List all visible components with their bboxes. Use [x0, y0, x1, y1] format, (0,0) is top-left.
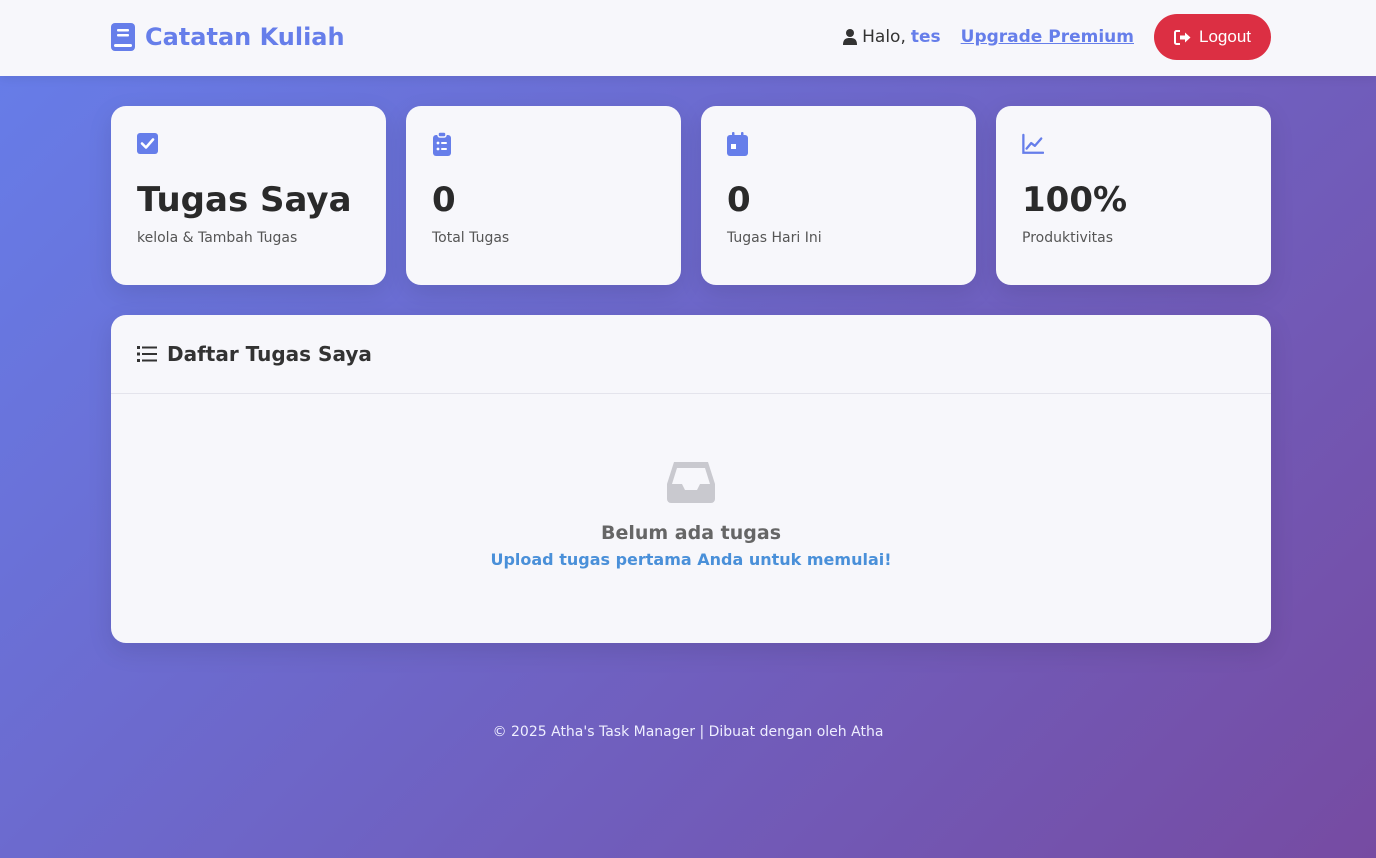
empty-subtitle: Upload tugas pertama Anda untuk memulai!: [490, 550, 892, 569]
clipboard-list-icon: [433, 132, 451, 156]
user-icon: [843, 29, 858, 45]
list-icon: [137, 346, 157, 362]
brand[interactable]: Catatan Kuliah: [111, 22, 345, 52]
user-greeting: Halo, tes: [843, 27, 941, 47]
logout-label: Logout: [1199, 27, 1251, 46]
check-square-icon: [137, 133, 158, 154]
navbar: Catatan Kuliah Halo, tes Upgrade Premium…: [0, 0, 1376, 76]
stat-label: Tugas Hari Ini: [727, 230, 822, 246]
empty-title: Belum ada tugas: [600, 522, 782, 544]
calendar-icon: [727, 132, 748, 156]
brand-name: Catatan Kuliah: [145, 23, 345, 51]
nav-right: Halo, tes Upgrade Premium Logout: [843, 14, 1271, 60]
upgrade-premium-link[interactable]: Upgrade Premium: [961, 27, 1134, 47]
stat-card-tugas-hari-ini: 0 Tugas Hari Ini: [701, 106, 976, 285]
empty-state: Belum ada tugas Upload tugas pertama And…: [111, 394, 1271, 569]
task-list-panel: Daftar Tugas Saya Belum ada tugas Upload…: [111, 315, 1271, 643]
footer: © 2025 Atha's Task Manager | Dibuat deng…: [492, 724, 884, 740]
stat-label: Total Tugas: [432, 230, 510, 246]
panel-title: Daftar Tugas Saya: [167, 342, 372, 366]
stat-value: 100%: [1022, 180, 1128, 220]
sign-out-icon: [1174, 29, 1191, 45]
panel-header: Daftar Tugas Saya: [111, 315, 1271, 394]
stat-label: kelola & Tambah Tugas: [137, 230, 298, 246]
stat-card-tugas-saya[interactable]: Tugas Saya kelola & Tambah Tugas: [111, 106, 386, 285]
stat-card-produktivitas: 100% Produktivitas: [996, 106, 1271, 285]
greeting-text: Halo,: [862, 27, 906, 47]
book-icon: [111, 23, 135, 51]
stat-label: Produktivitas: [1022, 230, 1113, 246]
stat-card-total-tugas: 0 Total Tugas: [406, 106, 681, 285]
username: tes: [910, 27, 941, 47]
chart-line-icon: [1022, 133, 1044, 154]
inbox-icon: [667, 462, 715, 503]
stat-value: Tugas Saya: [137, 180, 352, 220]
stat-value: 0: [727, 180, 751, 220]
logout-button[interactable]: Logout: [1154, 14, 1271, 60]
stat-value: 0: [432, 180, 456, 220]
